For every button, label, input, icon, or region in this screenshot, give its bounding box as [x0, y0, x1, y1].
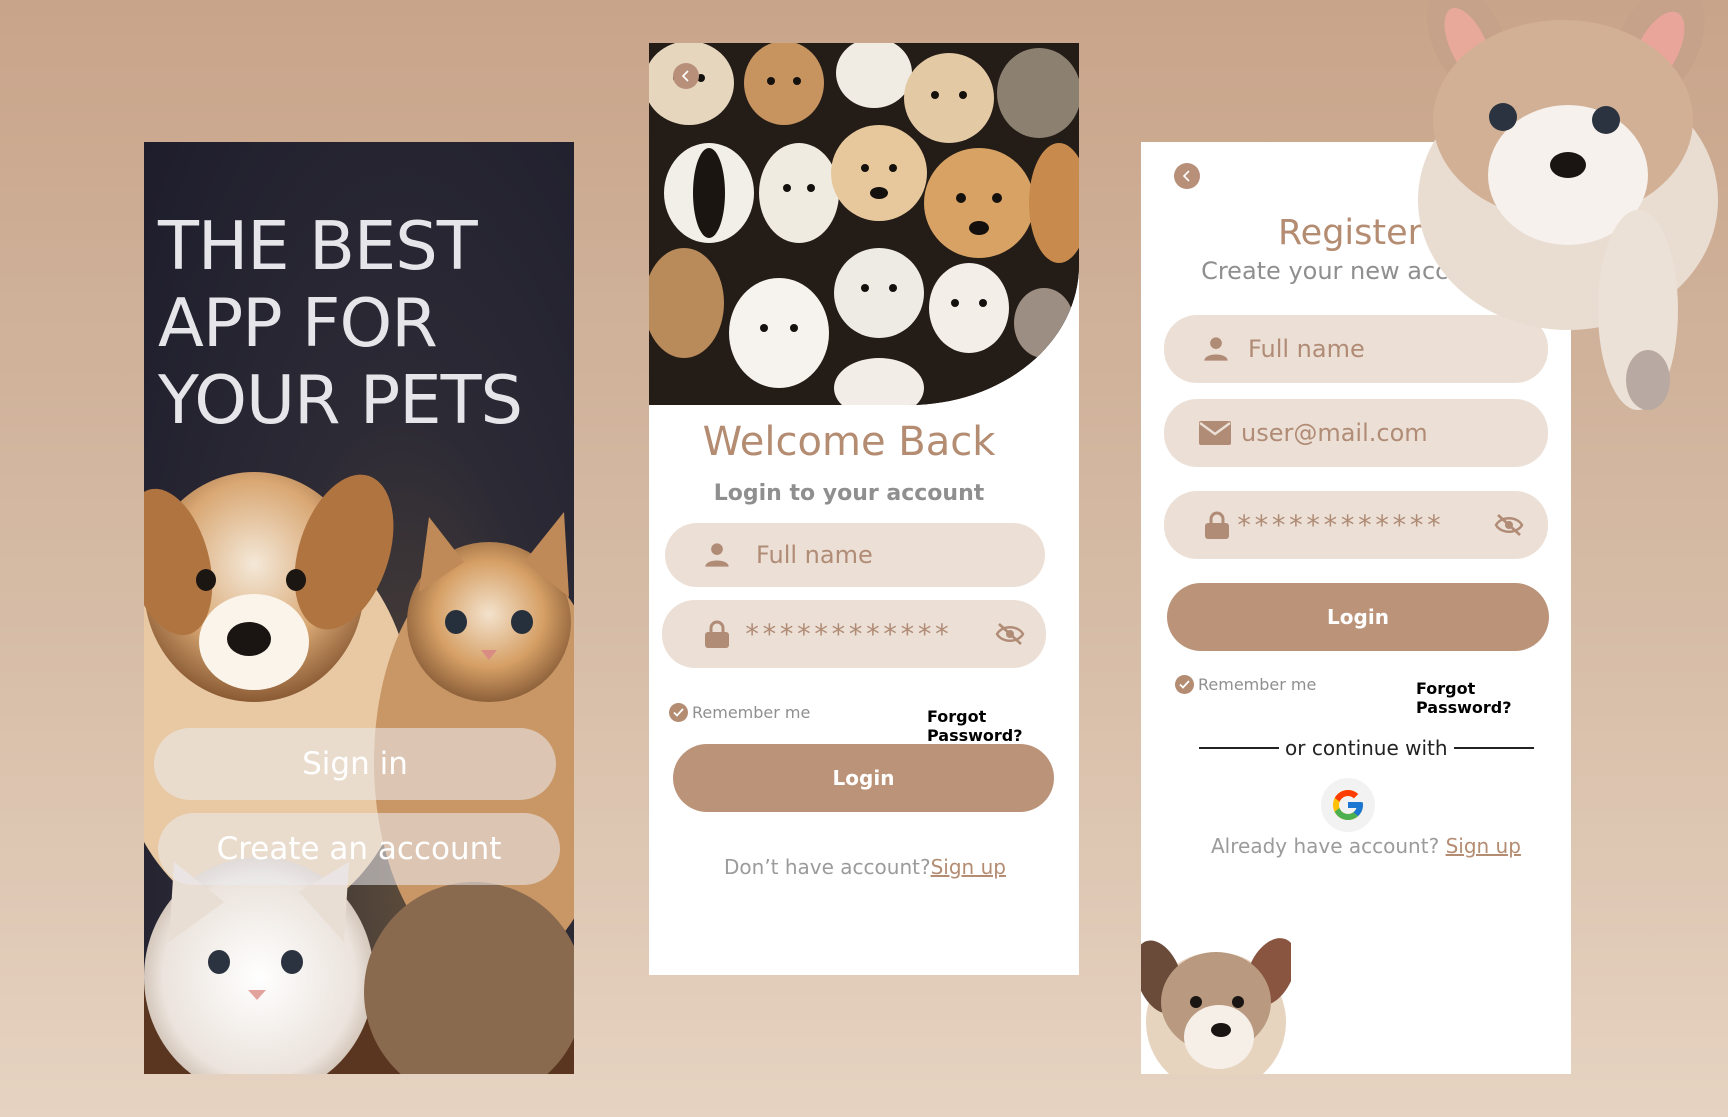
name-placeholder: Full name — [1248, 335, 1365, 363]
lock-icon — [1204, 510, 1230, 540]
password-field[interactable]: ************ — [1164, 491, 1548, 559]
signup-link[interactable]: Sign up — [931, 855, 1006, 879]
remember-label: Remember me — [1198, 675, 1317, 694]
headline-line-2: APP FOR — [158, 284, 438, 362]
sign-in-button[interactable]: Sign in — [154, 728, 556, 800]
back-button[interactable] — [673, 63, 699, 89]
signup-prompt-text: Don’t have account? — [724, 855, 931, 879]
splash-headline: THE BEST APP FOR YOUR PETS — [158, 208, 568, 439]
splash-screen: THE BEST APP FOR YOUR PETS Sign in Creat… — [144, 142, 574, 1074]
user-icon — [1202, 335, 1230, 363]
check-icon — [669, 703, 688, 722]
google-icon — [1333, 790, 1363, 820]
mail-icon — [1199, 421, 1231, 445]
create-account-button[interactable]: Create an account — [158, 813, 560, 885]
lock-icon — [704, 619, 730, 649]
name-placeholder: Full name — [756, 541, 873, 569]
password-mask: ************ — [1236, 509, 1444, 541]
login-title: Welcome Back — [702, 419, 996, 465]
google-signin-button[interactable] — [1321, 778, 1375, 832]
remember-me-checkbox[interactable]: Remember me — [1175, 675, 1316, 694]
signup-prompt: Already have account? Sign up — [1211, 834, 1521, 858]
eye-off-icon[interactable] — [995, 622, 1025, 646]
remember-label: Remember me — [692, 703, 811, 722]
signup-prompt-text: Already have account? — [1211, 834, 1440, 858]
login-button[interactable]: Login — [1167, 583, 1549, 651]
password-mask: ************ — [744, 618, 952, 650]
login-subtitle: Login to your account — [713, 481, 985, 506]
user-icon — [703, 541, 731, 569]
email-placeholder: user@mail.com — [1241, 419, 1428, 447]
name-field[interactable]: Full name — [665, 523, 1045, 587]
headline-line-1: THE BEST — [158, 207, 478, 285]
eye-off-icon[interactable] — [1494, 513, 1524, 537]
password-field[interactable]: ************ — [662, 600, 1046, 668]
corgi-puppy-photo — [1418, 0, 1718, 410]
pets-hero-image — [649, 43, 1079, 405]
divider-label: or continue with — [1285, 736, 1448, 760]
chevron-left-icon — [681, 70, 689, 82]
signup-prompt: Don’t have account?Sign up — [724, 855, 1006, 879]
forgot-password-link[interactable]: Forgot Password? — [1416, 679, 1571, 717]
login-button[interactable]: Login — [673, 744, 1054, 812]
or-continue-divider: or continue with — [1199, 736, 1534, 760]
check-icon — [1175, 675, 1194, 694]
login-screen: Welcome Back Login to your account Full … — [649, 43, 1079, 975]
forgot-password-link[interactable]: Forgot Password? — [927, 707, 1079, 745]
puppy-photo — [1141, 938, 1291, 1074]
divider-line-left — [1199, 747, 1279, 749]
divider-line-right — [1453, 747, 1534, 749]
back-button[interactable] — [1174, 163, 1200, 189]
remember-me-checkbox[interactable]: Remember me — [669, 703, 810, 722]
chevron-left-icon — [1182, 170, 1190, 182]
signup-link[interactable]: Sign up — [1446, 834, 1521, 858]
